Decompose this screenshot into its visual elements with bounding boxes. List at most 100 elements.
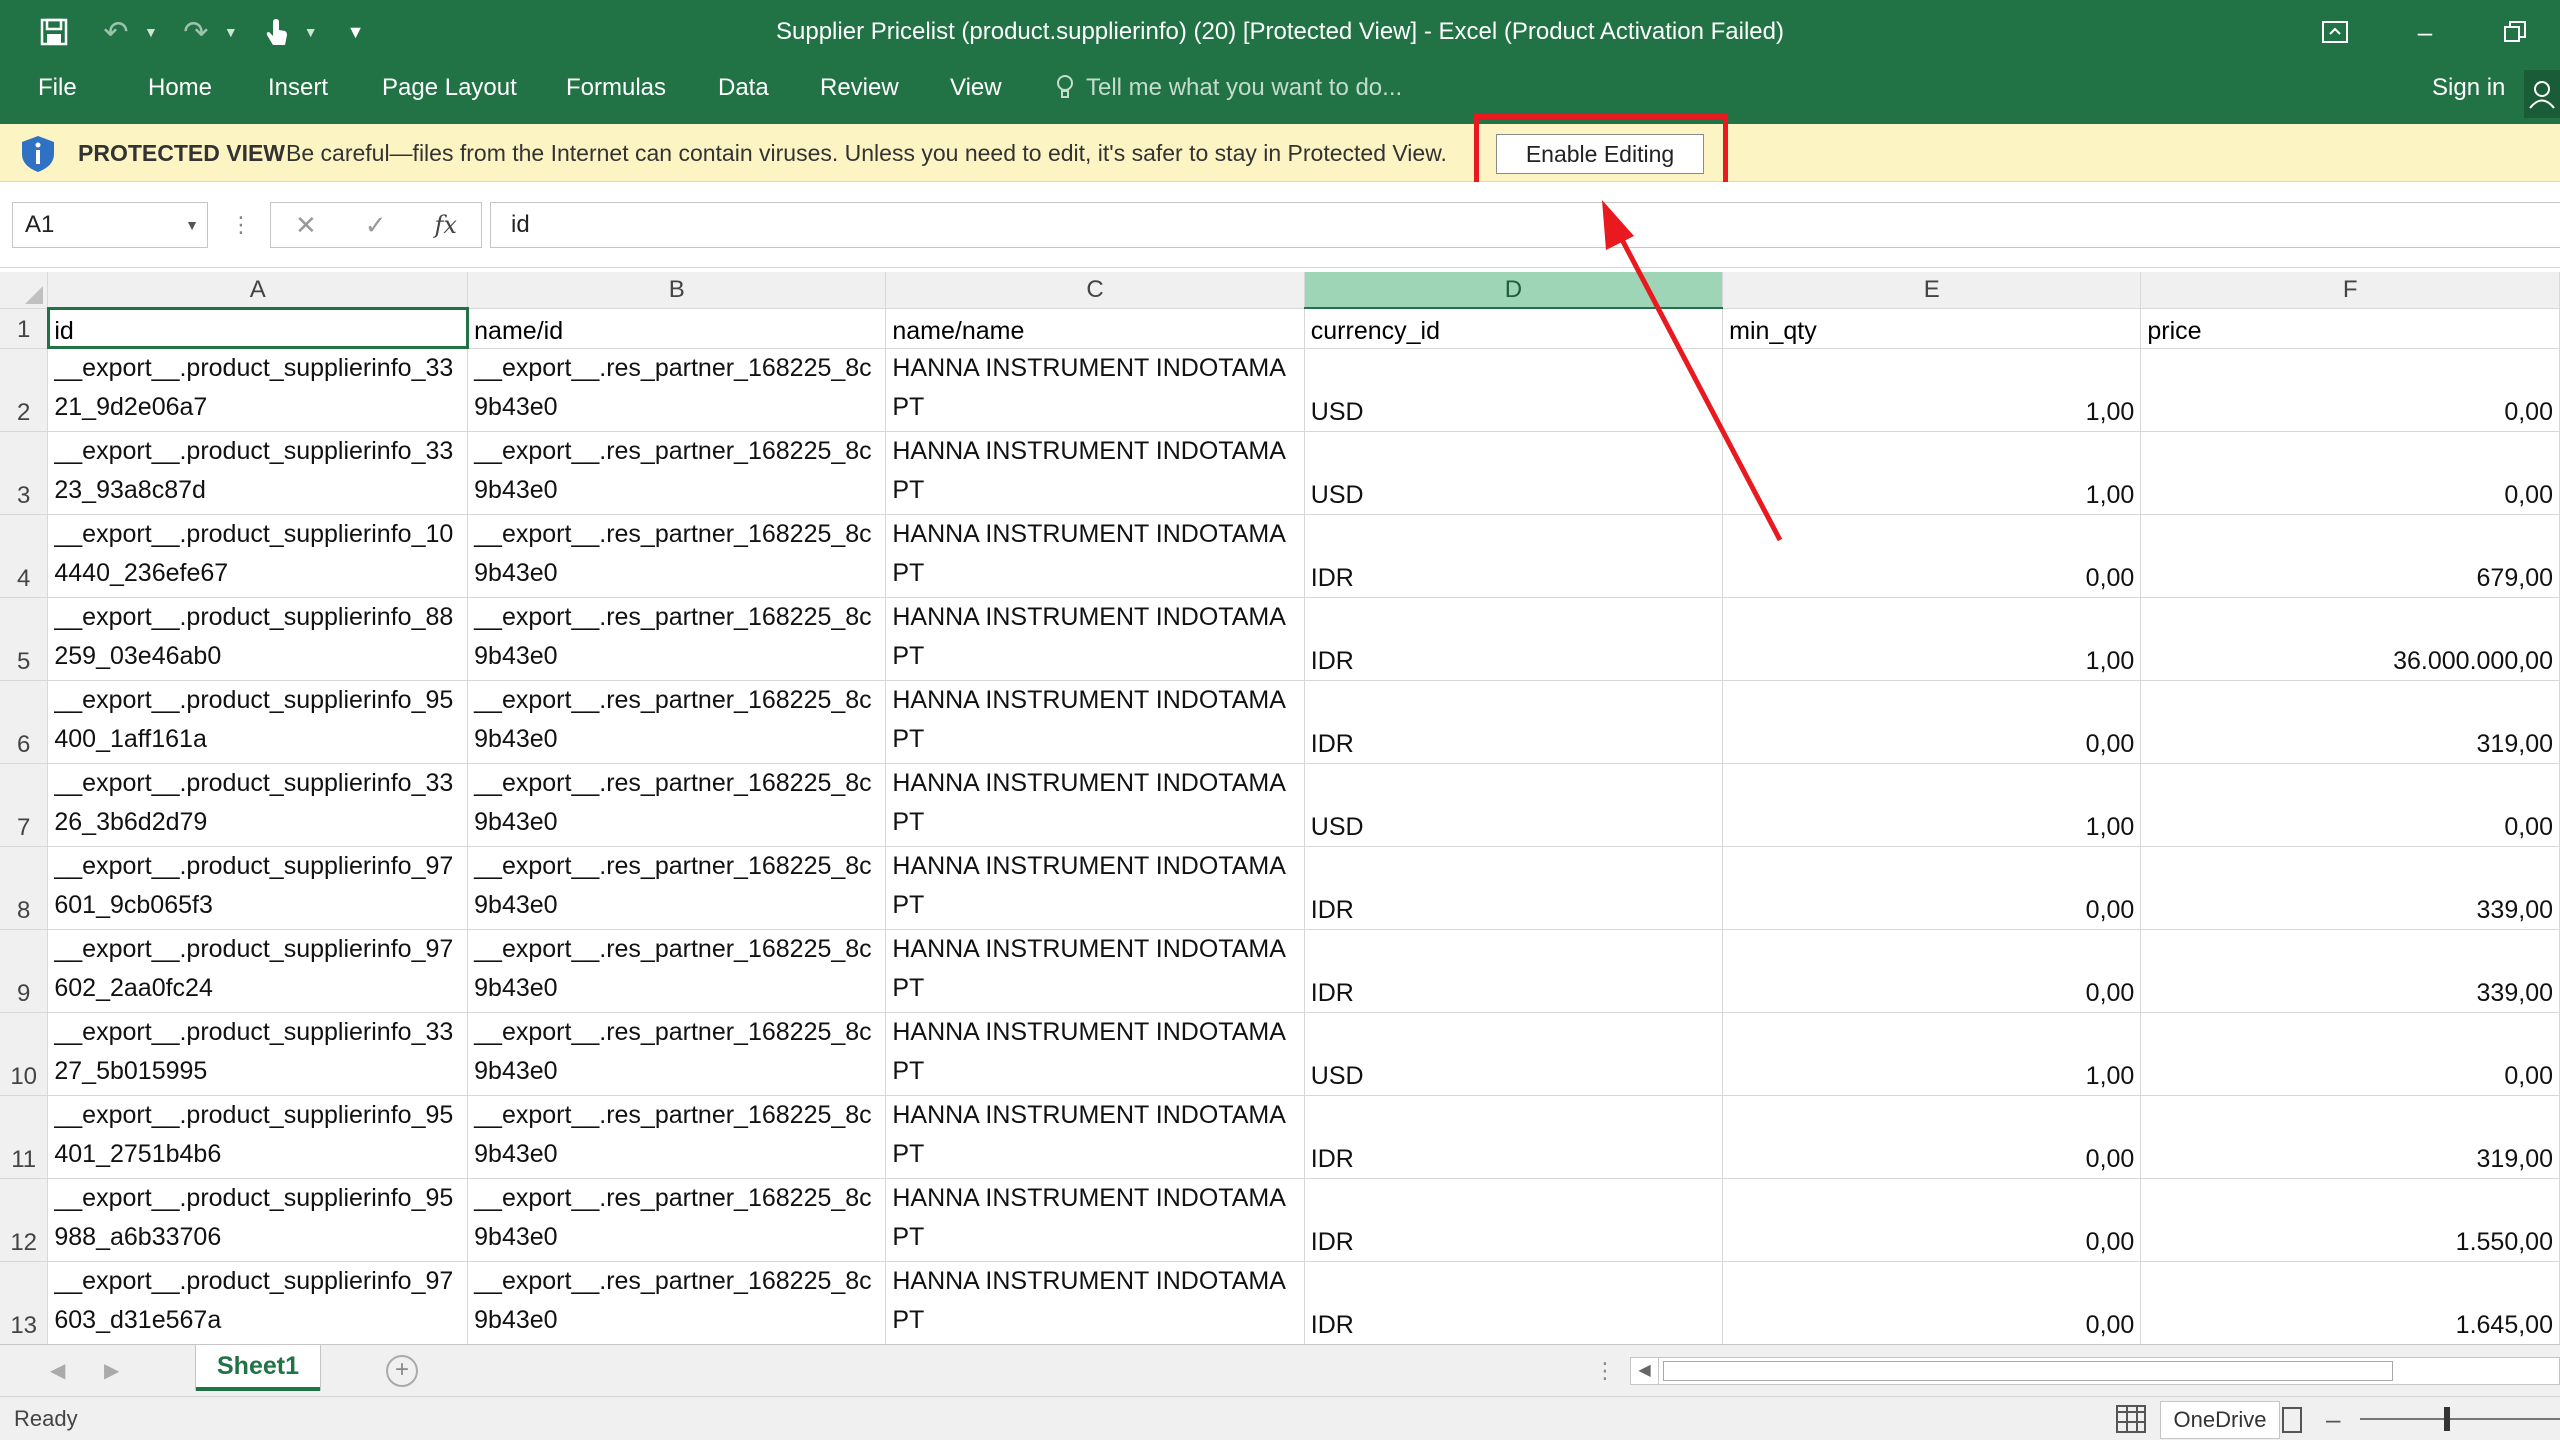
cell-f7[interactable]: 0,00 bbox=[2140, 763, 2560, 847]
row-header[interactable]: 7 bbox=[0, 763, 49, 847]
cell-c8[interactable]: HANNA INSTRUMENT INDOTAMA PT bbox=[885, 846, 1305, 930]
column-header-a[interactable]: A bbox=[47, 272, 469, 309]
minimize-icon[interactable]: – bbox=[2380, 0, 2470, 64]
cell-e11[interactable]: 0,00 bbox=[1722, 1095, 2142, 1179]
cell-f4[interactable]: 679,00 bbox=[2140, 514, 2560, 598]
tab-page-layout[interactable]: Page Layout bbox=[382, 64, 517, 124]
tell-me-box[interactable]: Tell me what you want to do... bbox=[1056, 64, 1402, 124]
row-header[interactable]: 8 bbox=[0, 846, 49, 930]
tab-file[interactable]: File bbox=[38, 64, 77, 124]
cell-e3[interactable]: 1,00 bbox=[1722, 431, 2142, 515]
formula-input[interactable]: id bbox=[490, 202, 2560, 248]
cell-f10[interactable]: 0,00 bbox=[2140, 1012, 2560, 1096]
cell-f2[interactable]: 0,00 bbox=[2140, 348, 2560, 432]
cell-e4[interactable]: 0,00 bbox=[1722, 514, 2142, 598]
cell-d11[interactable]: IDR bbox=[1304, 1095, 1724, 1179]
cell-c2[interactable]: HANNA INSTRUMENT INDOTAMA PT bbox=[885, 348, 1305, 432]
cell-d2[interactable]: USD bbox=[1304, 348, 1724, 432]
cell-d8[interactable]: IDR bbox=[1304, 846, 1724, 930]
cell-f5[interactable]: 36.000.000,00 bbox=[2140, 597, 2560, 681]
column-header-f[interactable]: F bbox=[2140, 272, 2560, 309]
cell-d7[interactable]: USD bbox=[1304, 763, 1724, 847]
column-header-c[interactable]: C bbox=[885, 272, 1305, 309]
cell-a13[interactable]: __export__.product_supplierinfo_97603_d3… bbox=[47, 1261, 469, 1344]
restore-icon[interactable] bbox=[2470, 0, 2560, 64]
cell-a9[interactable]: __export__.product_supplierinfo_97602_2a… bbox=[47, 929, 469, 1013]
cell-f9[interactable]: 339,00 bbox=[2140, 929, 2560, 1013]
column-header-d[interactable]: D bbox=[1304, 272, 1724, 309]
cell-a3[interactable]: __export__.product_supplierinfo_3323_93a… bbox=[47, 431, 469, 515]
tab-view[interactable]: View bbox=[950, 64, 1002, 124]
cell-f8[interactable]: 339,00 bbox=[2140, 846, 2560, 930]
cell-c11[interactable]: HANNA INSTRUMENT INDOTAMA PT bbox=[885, 1095, 1305, 1179]
cell-e7[interactable]: 1,00 bbox=[1722, 763, 2142, 847]
cell-e5[interactable]: 1,00 bbox=[1722, 597, 2142, 681]
cell-b12[interactable]: __export__.res_partner_168225_8c9b43e0 bbox=[467, 1178, 887, 1262]
cell-b10[interactable]: __export__.res_partner_168225_8c9b43e0 bbox=[467, 1012, 887, 1096]
row-header[interactable]: 13 bbox=[0, 1261, 49, 1344]
row-header[interactable]: 5 bbox=[0, 597, 49, 681]
cell-d1[interactable]: currency_id bbox=[1304, 308, 1724, 349]
cell-f11[interactable]: 319,00 bbox=[2140, 1095, 2560, 1179]
cell-c10[interactable]: HANNA INSTRUMENT INDOTAMA PT bbox=[885, 1012, 1305, 1096]
page-layout-view-icon[interactable] bbox=[2282, 1407, 2302, 1433]
scroll-left-icon[interactable]: ◀ bbox=[1631, 1358, 1659, 1384]
tab-data[interactable]: Data bbox=[718, 64, 769, 124]
row-header[interactable]: 3 bbox=[0, 431, 49, 515]
cell-c4[interactable]: HANNA INSTRUMENT INDOTAMA PT bbox=[885, 514, 1305, 598]
tab-formulas[interactable]: Formulas bbox=[566, 64, 666, 124]
cell-d6[interactable]: IDR bbox=[1304, 680, 1724, 764]
name-box-dropdown-icon[interactable]: ▼ bbox=[185, 203, 199, 247]
cell-a10[interactable]: __export__.product_supplierinfo_3327_5b0… bbox=[47, 1012, 469, 1096]
zoom-out-icon[interactable]: – bbox=[2326, 1397, 2340, 1440]
cell-d12[interactable]: IDR bbox=[1304, 1178, 1724, 1262]
cell-e1[interactable]: min_qty bbox=[1722, 308, 2142, 349]
row-header[interactable]: 4 bbox=[0, 514, 49, 598]
prev-sheet-icon[interactable]: ◀ bbox=[50, 1345, 65, 1397]
cell-c1[interactable]: name/name bbox=[885, 308, 1305, 349]
cell-b4[interactable]: __export__.res_partner_168225_8c9b43e0 bbox=[467, 514, 887, 598]
row-header[interactable]: 11 bbox=[0, 1095, 49, 1179]
sheet-tab-sheet1[interactable]: Sheet1 bbox=[196, 1345, 320, 1391]
worksheet-grid[interactable]: A B C D E F 1 id name/id name/name curre… bbox=[0, 272, 2560, 1344]
cell-e6[interactable]: 0,00 bbox=[1722, 680, 2142, 764]
cell-b5[interactable]: __export__.res_partner_168225_8c9b43e0 bbox=[467, 597, 887, 681]
cell-b8[interactable]: __export__.res_partner_168225_8c9b43e0 bbox=[467, 846, 887, 930]
select-all-corner[interactable] bbox=[0, 272, 49, 309]
enter-check-icon[interactable]: ✓ bbox=[365, 210, 387, 241]
cell-b13[interactable]: __export__.res_partner_168225_8c9b43e0 bbox=[467, 1261, 887, 1344]
cell-a5[interactable]: __export__.product_supplierinfo_88259_03… bbox=[47, 597, 469, 681]
cell-b9[interactable]: __export__.res_partner_168225_8c9b43e0 bbox=[467, 929, 887, 1013]
cell-c12[interactable]: HANNA INSTRUMENT INDOTAMA PT bbox=[885, 1178, 1305, 1262]
cell-d4[interactable]: IDR bbox=[1304, 514, 1724, 598]
cell-d13[interactable]: IDR bbox=[1304, 1261, 1724, 1344]
next-sheet-icon[interactable]: ▶ bbox=[104, 1345, 119, 1397]
cell-e10[interactable]: 1,00 bbox=[1722, 1012, 2142, 1096]
cell-b2[interactable]: __export__.res_partner_168225_8c9b43e0 bbox=[467, 348, 887, 432]
cell-a7[interactable]: __export__.product_supplierinfo_3326_3b6… bbox=[47, 763, 469, 847]
cell-c5[interactable]: HANNA INSTRUMENT INDOTAMA PT bbox=[885, 597, 1305, 681]
cell-f6[interactable]: 319,00 bbox=[2140, 680, 2560, 764]
horizontal-scrollbar[interactable]: ◀ bbox=[1630, 1357, 2560, 1385]
cell-f13[interactable]: 1.645,00 bbox=[2140, 1261, 2560, 1344]
sign-in-link[interactable]: Sign in bbox=[2432, 64, 2505, 124]
cell-c7[interactable]: HANNA INSTRUMENT INDOTAMA PT bbox=[885, 763, 1305, 847]
formula-bar-grip-icon[interactable]: ⋮ bbox=[230, 202, 252, 248]
zoom-slider[interactable] bbox=[2360, 1418, 2560, 1420]
add-sheet-icon[interactable]: + bbox=[386, 1355, 418, 1387]
cell-a1[interactable]: id bbox=[46, 307, 469, 349]
cell-d9[interactable]: IDR bbox=[1304, 929, 1724, 1013]
tab-home[interactable]: Home bbox=[148, 64, 212, 124]
cell-d3[interactable]: USD bbox=[1304, 431, 1724, 515]
cell-b11[interactable]: __export__.res_partner_168225_8c9b43e0 bbox=[467, 1095, 887, 1179]
row-header[interactable]: 12 bbox=[0, 1178, 49, 1262]
cell-a4[interactable]: __export__.product_supplierinfo_104440_2… bbox=[47, 514, 469, 598]
cell-a12[interactable]: __export__.product_supplierinfo_95988_a6… bbox=[47, 1178, 469, 1262]
cell-f1[interactable]: price bbox=[2140, 308, 2560, 349]
cell-b7[interactable]: __export__.res_partner_168225_8c9b43e0 bbox=[467, 763, 887, 847]
cell-b6[interactable]: __export__.res_partner_168225_8c9b43e0 bbox=[467, 680, 887, 764]
row-header[interactable]: 6 bbox=[0, 680, 49, 764]
row-header[interactable]: 1 bbox=[0, 308, 49, 349]
cell-d5[interactable]: IDR bbox=[1304, 597, 1724, 681]
onedrive-button[interactable]: OneDrive bbox=[2160, 1401, 2280, 1439]
